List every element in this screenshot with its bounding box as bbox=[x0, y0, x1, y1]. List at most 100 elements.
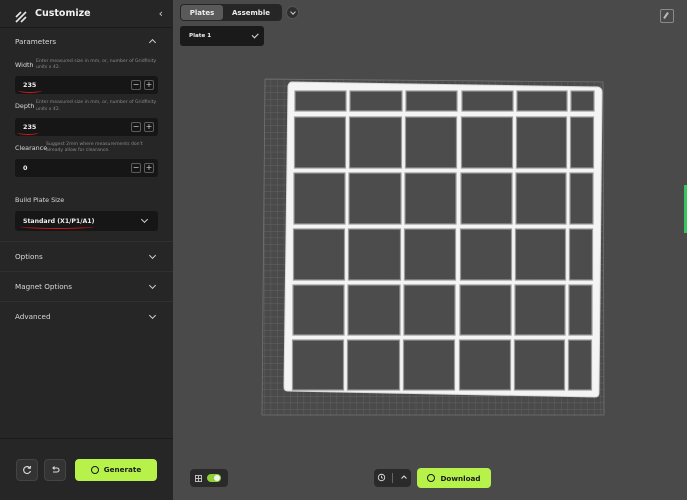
download-label: Download bbox=[440, 473, 481, 483]
depth-stepper[interactable]: 235 − + bbox=[15, 117, 158, 136]
build-plate-param: Build Plate Size Standard (X1/P1/A1) bbox=[15, 187, 158, 232]
gridfinity-cell-grid bbox=[406, 287, 453, 333]
collapse-sidebar-icon[interactable]: ‹ bbox=[159, 7, 163, 20]
chevron-down-icon bbox=[148, 252, 158, 262]
checkmark-icon bbox=[251, 31, 259, 39]
gridfinity-cell-grid bbox=[463, 119, 511, 166]
red-underline-annotation bbox=[18, 88, 42, 94]
depth-help: Enter measured size in mm, or, number of… bbox=[36, 100, 157, 112]
options-section[interactable]: Options bbox=[0, 241, 173, 271]
gridfinity-cell-grid bbox=[570, 342, 590, 388]
edit-icon[interactable] bbox=[660, 9, 674, 23]
sidebar-footer: Generate bbox=[0, 438, 173, 500]
reset-button[interactable] bbox=[16, 458, 38, 481]
history-icon[interactable] bbox=[377, 473, 386, 484]
gridfinity-baseplate bbox=[283, 81, 603, 398]
build-plate-label: Build Plate Size bbox=[15, 196, 65, 205]
build-plate-select[interactable]: Standard (X1/P1/A1) bbox=[15, 211, 158, 232]
clearance-decrement-button[interactable]: − bbox=[131, 163, 141, 174]
undo-button[interactable] bbox=[44, 458, 66, 481]
chevron-up-icon bbox=[148, 36, 158, 46]
magnet-options-label: Magnet Options bbox=[15, 282, 72, 292]
advanced-label: Advanced bbox=[15, 312, 51, 322]
sidebar-header: Customize ‹ bbox=[0, 0, 173, 28]
gridfinity-cell-grid bbox=[518, 175, 564, 222]
parameters-header[interactable]: Parameters bbox=[15, 28, 158, 54]
grid-icon bbox=[195, 474, 202, 482]
width-increment-button[interactable]: + bbox=[144, 80, 154, 91]
expand-tabs-button[interactable] bbox=[286, 6, 299, 19]
gridfinity-cell-grid bbox=[405, 342, 453, 388]
customize-sidebar: Customize ‹ Parameters Width Enter measu… bbox=[0, 0, 173, 500]
tab-assemble[interactable]: Assemble bbox=[223, 5, 279, 20]
download-button[interactable]: Download bbox=[417, 468, 491, 488]
gridfinity-cell-grid bbox=[518, 119, 565, 166]
gridfinity-cell-grid bbox=[350, 287, 398, 333]
depth-decrement-button[interactable]: − bbox=[131, 121, 141, 132]
clearance-value[interactable]: 0 bbox=[23, 164, 128, 172]
width-stepper[interactable]: 235 − + bbox=[15, 76, 158, 95]
advanced-section[interactable]: Advanced bbox=[0, 301, 173, 331]
generate-button[interactable]: Generate bbox=[75, 458, 157, 481]
gridfinity-cell-grid bbox=[350, 231, 399, 278]
gridfinity-cell-grid bbox=[406, 231, 454, 278]
options-label: Options bbox=[15, 252, 43, 262]
plate-selector[interactable]: Plate 1 bbox=[180, 26, 264, 46]
generate-label: Generate bbox=[103, 465, 142, 474]
clearance-param: Clearance Suggest 2mm where measurements… bbox=[15, 141, 158, 178]
plate-name: Plate 1 bbox=[189, 33, 212, 39]
clearance-stepper[interactable]: 0 − + bbox=[15, 159, 158, 178]
gridfinity-cell-grid bbox=[295, 287, 342, 333]
divider bbox=[392, 473, 394, 483]
gridfinity-cell-grid bbox=[349, 342, 398, 388]
gridfinity-cell-grid bbox=[571, 287, 590, 333]
depth-param: Depth Enter measured size in mm, or, num… bbox=[15, 100, 158, 136]
clearance-label: Clearance bbox=[15, 143, 48, 152]
gridfinity-cell-grid bbox=[408, 93, 455, 109]
customize-icon bbox=[15, 8, 27, 23]
chevron-down-icon bbox=[140, 216, 150, 226]
clearance-help: Suggest 2mm where measurements don't alr… bbox=[46, 141, 143, 154]
gridfinity-cell-grid bbox=[573, 93, 592, 109]
width-param: Width Enter measured size in mm, or, num… bbox=[15, 59, 158, 95]
generate-icon bbox=[90, 465, 99, 474]
red-underline-annotation bbox=[20, 224, 94, 230]
gridfinity-cell-grid bbox=[464, 93, 511, 109]
gridfinity-cell-grid bbox=[351, 119, 400, 166]
gridfinity-cell-grid bbox=[516, 342, 563, 388]
gridfinity-cell-grid bbox=[571, 231, 591, 278]
gridfinity-cell-grid bbox=[407, 175, 454, 222]
parameters-section: Parameters Width Enter measured size in … bbox=[0, 28, 173, 232]
depth-label: Depth bbox=[15, 102, 35, 111]
gridfinity-cell-grid bbox=[463, 175, 510, 222]
tab-plates[interactable]: Plates bbox=[181, 5, 223, 20]
width-help: Enter measured size in mm, or, number of… bbox=[36, 59, 157, 71]
width-label: Width bbox=[15, 61, 34, 69]
gridfinity-cell-grid bbox=[462, 287, 509, 333]
gridfinity-cell-grid bbox=[296, 175, 343, 222]
width-decrement-button[interactable]: − bbox=[131, 80, 141, 91]
gridfinity-cell-grid bbox=[519, 93, 565, 109]
history-controls bbox=[374, 469, 411, 487]
parameters-label: Parameters bbox=[15, 36, 57, 46]
grid-switch[interactable] bbox=[207, 474, 221, 482]
refresh-icon bbox=[23, 465, 32, 474]
chevron-up-icon[interactable] bbox=[400, 473, 408, 483]
clearance-increment-button[interactable]: + bbox=[144, 163, 154, 174]
undo-icon bbox=[52, 465, 60, 473]
depth-increment-button[interactable]: + bbox=[144, 121, 154, 132]
gridfinity-cell-grid bbox=[297, 93, 344, 109]
magnet-options-section[interactable]: Magnet Options bbox=[0, 271, 173, 301]
gridfinity-cell-grid bbox=[572, 119, 592, 166]
chevron-down-icon bbox=[148, 312, 158, 322]
gridfinity-cell-grid bbox=[352, 93, 400, 109]
sidebar-title: Customize bbox=[35, 8, 91, 19]
gridfinity-cell-grid bbox=[461, 342, 509, 388]
gridfinity-cell-grid bbox=[517, 287, 563, 333]
gridfinity-cell-grid bbox=[351, 175, 399, 222]
gridfinity-cell-grid bbox=[294, 342, 342, 388]
gridfinity-cell-grid bbox=[517, 231, 564, 278]
gridfinity-cell-grid bbox=[407, 119, 455, 166]
grid-toggle[interactable] bbox=[190, 469, 228, 487]
view-tabs: Plates Assemble bbox=[180, 4, 282, 21]
